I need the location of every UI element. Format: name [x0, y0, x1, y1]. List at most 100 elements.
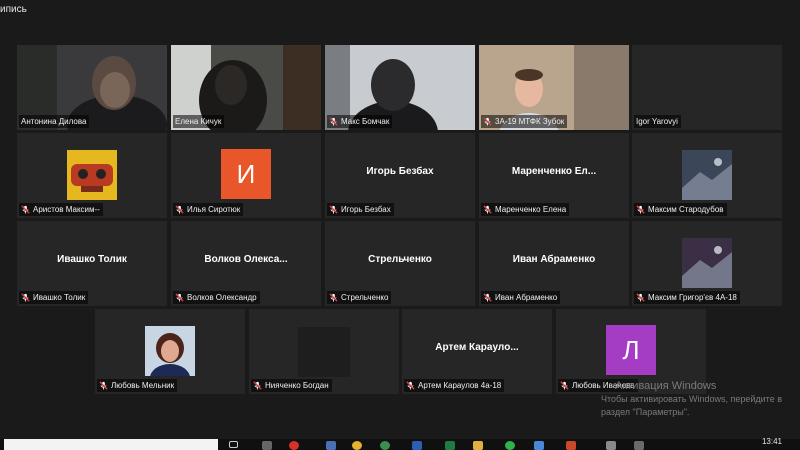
mic-muted-icon [99, 381, 108, 390]
taskbar-search-box[interactable] [4, 439, 218, 450]
mic-muted-icon [175, 205, 184, 214]
mic-muted-icon [253, 381, 262, 390]
participant-name-tag: Любовь Мельник [97, 379, 178, 392]
mic-muted-icon [329, 205, 338, 214]
participant-tile[interactable]: Стрельченко Стрельченко [325, 221, 475, 306]
participant-name-tag: Нияченко Богдан [251, 379, 332, 392]
participant-tile[interactable]: Igor Yarovyi [632, 45, 782, 130]
participant-tile[interactable]: Ивашко Толик Ивашко Толик [17, 221, 167, 306]
participant-tile[interactable]: Нияченко Богдан [249, 309, 399, 394]
participant-name-tag: 3А-19 МТФК Зубок [481, 115, 568, 128]
profile-photo [682, 150, 732, 200]
participant-name: Елена Кичук [175, 117, 222, 126]
participant-name-tag: Артем Караулов 4а-18 [404, 379, 505, 392]
participant-name: Илья Сиротюк [187, 205, 241, 214]
participant-tile[interactable]: Макс Бомчак [325, 45, 475, 130]
whatsapp-icon[interactable] [505, 441, 515, 450]
mic-muted-icon [636, 293, 645, 302]
windows-taskbar: 13:41 [0, 437, 800, 450]
participant-name: Igor Yarovyi [636, 117, 678, 126]
participant-name-tag: Ивашко Толик [19, 291, 89, 304]
participant-display-name: Волков Олекса... [204, 254, 288, 265]
watermark-line: раздел "Параметры". [601, 407, 690, 417]
mic-muted-icon [175, 293, 184, 302]
profile-photo [145, 326, 195, 376]
participant-name: Стрельченко [341, 293, 389, 302]
participant-tile[interactable]: Аристов Максим-- [17, 133, 167, 218]
participant-name-tag: Igor Yarovyi [634, 115, 681, 128]
participant-name: Артем Караулов 4а-18 [418, 381, 502, 390]
participant-name-tag: Илья Сиротюк [173, 203, 244, 216]
mic-muted-icon [560, 381, 569, 390]
participant-name-tag: Маренченко Елена [481, 203, 570, 216]
participant-name: Максим Григор'єв 4А-18 [648, 293, 737, 302]
word-icon[interactable] [412, 441, 422, 450]
participant-tile[interactable]: Маренченко Ел... Маренченко Елена [479, 133, 629, 218]
participant-name: Игорь Безбах [341, 205, 391, 214]
participant-name: Антонина Дилова [21, 117, 87, 126]
mic-muted-icon [21, 205, 30, 214]
excel-icon[interactable] [445, 441, 455, 450]
mic-muted-icon [329, 117, 338, 126]
participant-display-name: Стрельченко [368, 254, 432, 265]
participant-display-name: Артем Караулo... [435, 342, 519, 353]
windows-activation-watermark: Активация Windows Чтобы активировать Win… [601, 380, 782, 419]
participant-name-tag: Волков Олександр [173, 291, 260, 304]
participant-name-tag: Макс Бомчак [327, 115, 393, 128]
folder-icon[interactable] [473, 441, 483, 450]
participant-tile[interactable]: Волков Олекса... Волков Олександр [171, 221, 321, 306]
chrome-icon[interactable] [380, 441, 390, 450]
opera-icon[interactable] [289, 441, 299, 450]
zoom-window: ипись Антонина Дилова Елена Кичук Макс Бом… [0, 0, 800, 439]
taskbar-app-icon[interactable] [326, 441, 336, 450]
cartoon-avatar-image [67, 150, 117, 200]
task-view-icon[interactable] [229, 441, 238, 448]
participant-tile[interactable]: Игорь Безбах Игорь Безбах [325, 133, 475, 218]
participant-name-tag: Аристов Максим-- [19, 203, 103, 216]
taskbar-app-icon[interactable] [262, 441, 272, 450]
participant-name-tag: Игорь Безбах [327, 203, 394, 216]
chrome-icon[interactable] [352, 441, 362, 450]
watermark-title: Активация Windows [615, 380, 717, 392]
participant-name-tag: Антонина Дилова [19, 115, 90, 128]
taskbar-app-icon[interactable] [606, 441, 616, 450]
participant-tile[interactable]: Любовь Мельник [95, 309, 245, 394]
participant-display-name: Игорь Безбах [366, 166, 434, 177]
avatar: И [221, 149, 271, 199]
participant-tile[interactable]: И Илья Сиротюк [171, 133, 321, 218]
participant-tile[interactable]: Елена Кичук [171, 45, 321, 130]
mic-muted-icon [483, 205, 492, 214]
participant-tile[interactable]: Иван Абраменко Иван Абраменко [479, 221, 629, 306]
participant-tile[interactable]: Антонина Дилова [17, 45, 167, 130]
mic-muted-icon [21, 293, 30, 302]
powerpoint-icon[interactable] [566, 441, 576, 450]
mic-muted-icon [483, 293, 492, 302]
watermark-line: Чтобы активировать Windows, перейдите в [601, 394, 782, 404]
avatar: Л [606, 325, 656, 375]
participant-name: Максим Стародубов [648, 205, 724, 214]
zoom-icon[interactable] [534, 441, 544, 450]
participant-tile[interactable]: Артем Караулo... Артем Караулов 4а-18 [402, 309, 552, 394]
participant-name: Аристов Максим-- [33, 205, 100, 214]
participant-name: Иван Абраменко [495, 293, 558, 302]
participant-display-name: Иван Абраменко [512, 254, 596, 265]
participant-name: Волков Олександр [187, 293, 257, 302]
participant-tile[interactable]: 3А-19 МТФК Зубок [479, 45, 629, 130]
participant-display-name: Ивашко Толик [57, 254, 127, 265]
participant-name: Макс Бомчак [341, 117, 390, 126]
participant-name: Маренченко Елена [495, 205, 567, 214]
participant-tile[interactable]: Максим Григор'єв 4А-18 [632, 221, 782, 306]
mic-muted-icon [329, 293, 338, 302]
participant-name: Ивашко Толик [33, 293, 86, 302]
participant-tile[interactable]: Максим Стародубов [632, 133, 782, 218]
participant-name-tag: Стрельченко [327, 291, 392, 304]
taskbar-clock: 13:41 [761, 437, 782, 446]
participant-name-tag: Максим Григор'єв 4А-18 [634, 291, 740, 304]
profile-photo [682, 238, 732, 288]
mic-muted-icon [406, 381, 415, 390]
participant-display-name: Маренченко Ел... [511, 166, 597, 177]
participant-name: Нияченко Богдан [265, 381, 329, 390]
participant-name-tag: Максим Стародубов [634, 203, 727, 216]
taskbar-app-icon[interactable] [634, 441, 644, 450]
window-title: ипись [0, 4, 27, 15]
